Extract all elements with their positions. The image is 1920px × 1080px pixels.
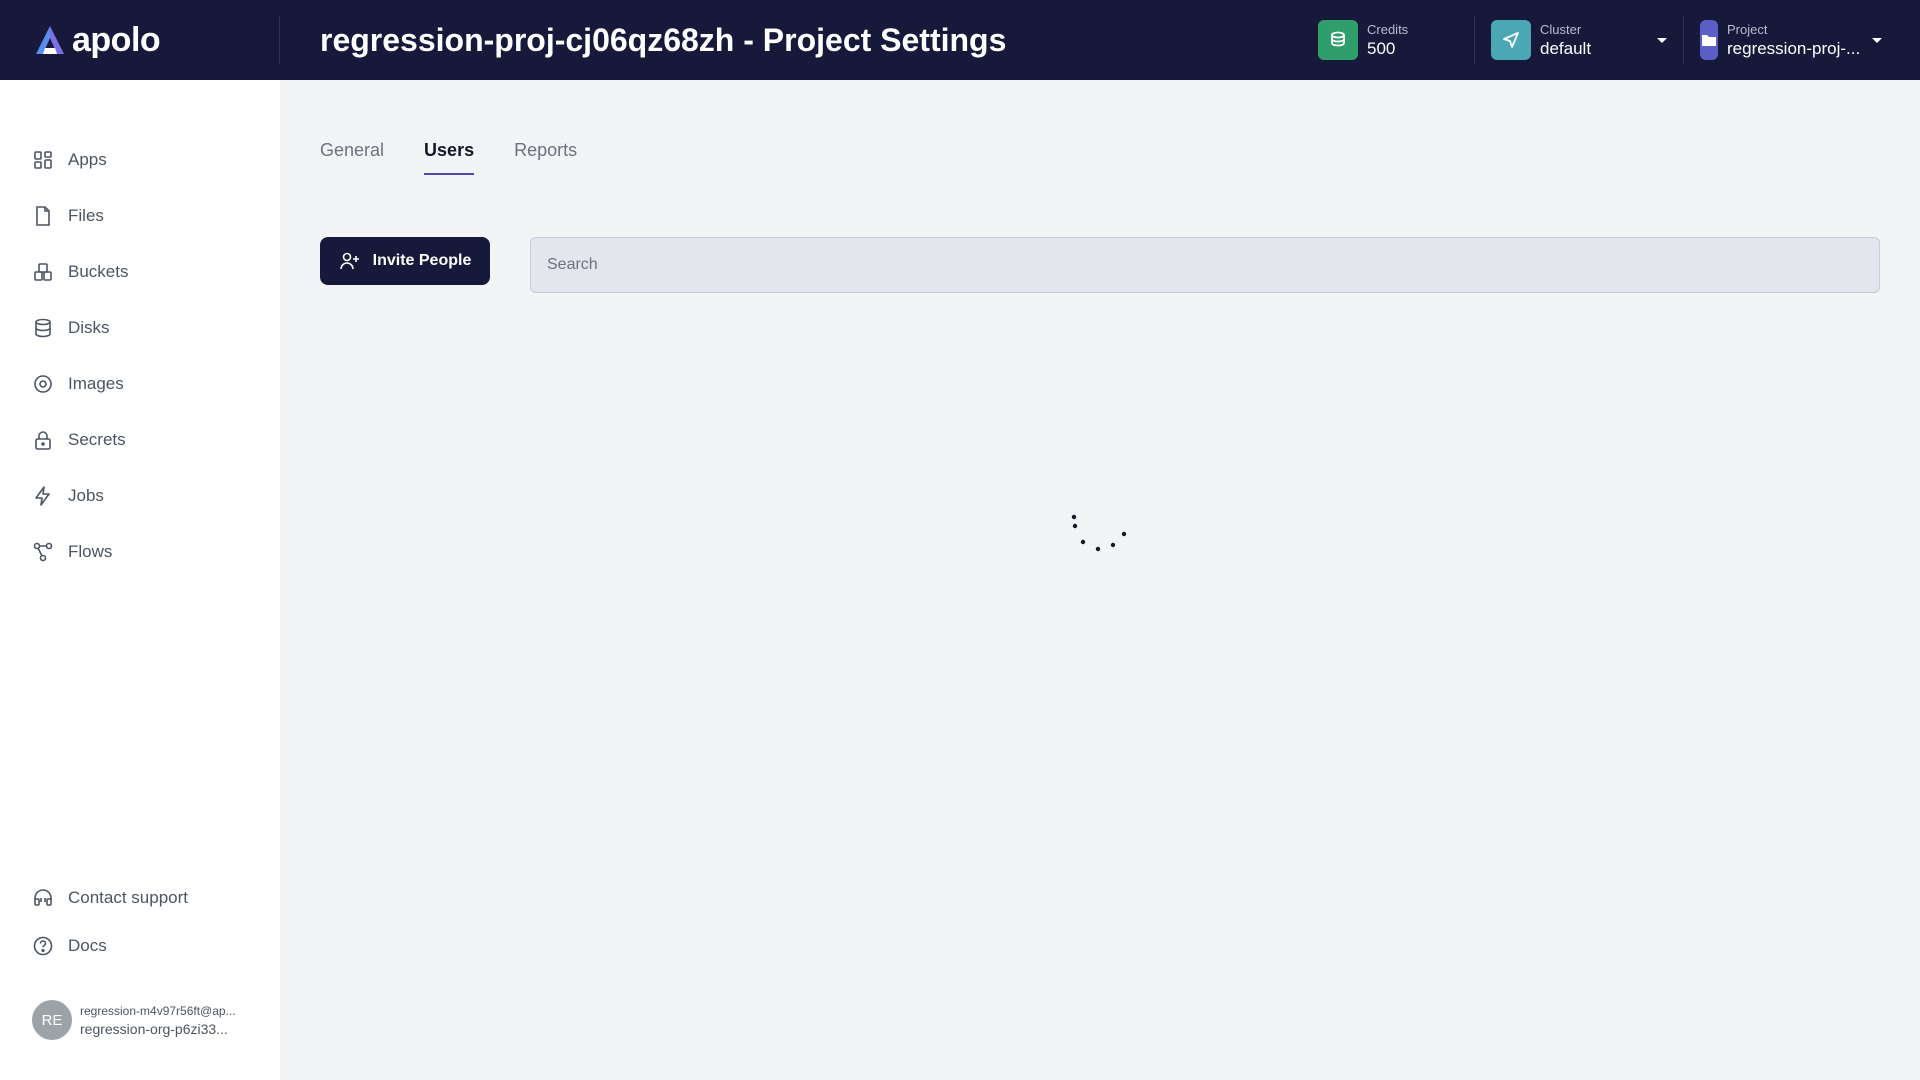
contact-support-link[interactable]: Contact support — [0, 874, 280, 922]
docs-link[interactable]: Docs — [0, 922, 280, 970]
settings-tabs: General Users Reports — [320, 140, 617, 175]
sidebar-item-label: Disks — [68, 318, 110, 337]
folder-icon — [1700, 20, 1718, 60]
sidebar-item-secrets[interactable]: Secrets — [0, 412, 280, 468]
sidebar-item-apps[interactable]: Apps — [0, 132, 280, 188]
app-name: apolo — [72, 20, 161, 59]
project-value: regression-proj-... — [1727, 38, 1861, 58]
file-icon — [36, 206, 50, 226]
project-selector[interactable]: Project regression-proj-... — [1684, 0, 1920, 80]
buckets-icon — [34, 263, 52, 281]
sidebar-item-label: Buckets — [68, 262, 129, 281]
docs-label: Docs — [68, 936, 107, 955]
sidebar-item-label: Secrets — [68, 430, 126, 449]
search-input[interactable] — [530, 237, 1880, 293]
coins-icon — [1318, 20, 1358, 60]
project-label: Project — [1727, 21, 1768, 37]
sidebar-item-label: Apps — [68, 150, 107, 169]
loading-spinner-icon — [1071, 514, 1127, 552]
sidebar-item-images[interactable]: Images — [0, 356, 280, 412]
tab-reports[interactable]: Reports — [514, 140, 577, 175]
user-org: regression-org-p6zi33... — [80, 1020, 228, 1037]
sidebar-item-disks[interactable]: Disks — [0, 300, 280, 356]
invite-people-label: Invite People — [372, 252, 472, 269]
chevron-down-icon — [1872, 37, 1883, 43]
cluster-label: Cluster — [1540, 21, 1582, 37]
chevron-down-icon — [1657, 37, 1667, 43]
sidebar-item-jobs[interactable]: Jobs — [0, 468, 280, 524]
tab-general[interactable]: General — [320, 140, 384, 175]
sidebar-item-label: Jobs — [68, 486, 104, 505]
sidebar-nav: Apps Files Buckets Disks Images Secrets … — [0, 132, 280, 580]
credits-indicator[interactable]: Credits 500 — [1302, 0, 1474, 80]
help-circle-icon — [33, 936, 53, 956]
sidebar: Apps Files Buckets Disks Images Secrets … — [0, 80, 280, 1080]
page-title: regression-proj-cj06qz68zh - Project Set… — [320, 21, 1007, 58]
sidebar-item-label: Images — [68, 374, 124, 393]
lock-icon — [35, 431, 51, 450]
user-email: regression-m4v97r56ft@ap... — [80, 1003, 236, 1018]
image-icon — [34, 375, 52, 393]
sidebar-item-label: Flows — [68, 542, 113, 561]
sidebar-item-label: Files — [68, 206, 104, 225]
sidebar-item-files[interactable]: Files — [0, 188, 280, 244]
flow-icon — [33, 542, 53, 562]
headset-icon — [34, 889, 52, 906]
top-header: apolo regression-proj-cj06qz68zh - Proje… — [0, 0, 1920, 80]
invite-people-button[interactable]: Invite People — [320, 237, 490, 285]
apolo-logo[interactable]: apolo — [0, 16, 280, 64]
sidebar-item-buckets[interactable]: Buckets — [0, 244, 280, 300]
avatar: RE — [32, 1000, 72, 1040]
add-user-icon — [339, 252, 359, 270]
apolo-logo-icon — [36, 26, 64, 54]
credits-label: Credits — [1367, 21, 1409, 37]
apps-icon — [34, 151, 52, 169]
cluster-selector[interactable]: Cluster default — [1475, 0, 1683, 80]
cluster-value: default — [1540, 38, 1592, 58]
sidebar-bottom-nav: Contact support Docs — [0, 874, 280, 970]
sidebar-item-flows[interactable]: Flows — [0, 524, 280, 580]
send-icon — [1491, 20, 1531, 60]
user-profile[interactable]: RE regression-m4v97r56ft@ap... regressio… — [32, 1000, 236, 1040]
database-icon — [35, 318, 51, 338]
contact-support-label: Contact support — [68, 888, 189, 907]
tab-users[interactable]: Users — [424, 140, 475, 175]
credits-value: 500 — [1367, 38, 1396, 58]
lightning-icon — [35, 486, 50, 506]
